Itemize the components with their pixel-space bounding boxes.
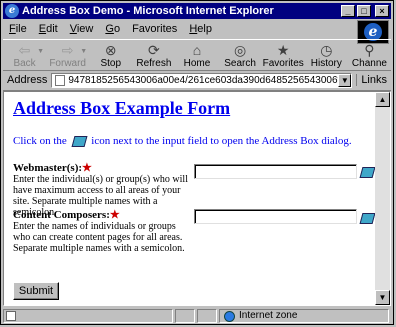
submit-button[interactable]: Submit	[13, 282, 59, 300]
close-button[interactable]: ×	[375, 5, 389, 17]
webmasters-label: Webmaster(s):★	[13, 162, 92, 174]
composers-field-block: Content Composers:★ Enter the names of i…	[13, 209, 191, 255]
ie-app-icon[interactable]: e	[5, 4, 19, 18]
status-main	[3, 309, 173, 323]
favorites-icon: ★	[276, 42, 290, 58]
address-dropdown-icon[interactable]: ▼	[338, 73, 352, 87]
required-star-icon: ★	[109, 209, 120, 221]
refresh-button[interactable]: ⟳ Refresh	[132, 40, 175, 70]
window-title: Address Box Demo - Microsoft Internet Ex…	[22, 5, 274, 17]
browser-window: e Address Box Demo - Microsoft Internet …	[0, 0, 394, 325]
channels-icon: ⚲	[364, 42, 375, 58]
maximize-button[interactable]: □	[357, 5, 371, 17]
home-icon: ⌂	[192, 42, 202, 58]
status-zone: Internet zone	[219, 309, 389, 323]
composers-help: Enter the names of individuals or groups…	[13, 221, 185, 254]
channels-button[interactable]: ⚲ Channe	[348, 40, 391, 70]
address-book-icon[interactable]	[359, 167, 375, 178]
search-button[interactable]: ◎ Search	[219, 40, 262, 70]
toolbar: ⇦ Back ▼ ⇨ Forward ▼ ⊗ Stop ⟳ Refresh ⌂ …	[3, 39, 391, 71]
menu-edit[interactable]: Edit	[33, 23, 64, 35]
globe-icon	[224, 310, 235, 322]
composers-label: Content Composers:★	[13, 209, 120, 221]
history-button[interactable]: ◷ History	[305, 40, 348, 70]
menu-file[interactable]: File	[3, 23, 33, 35]
back-dropdown-icon[interactable]: ▼	[37, 48, 44, 55]
forward-button[interactable]: ⇨ Forward ▼	[46, 40, 89, 70]
stop-icon: ⊗	[104, 42, 117, 58]
status-progress	[175, 309, 195, 323]
menu-go[interactable]: Go	[99, 23, 126, 35]
back-button[interactable]: ⇦ Back ▼	[3, 40, 46, 70]
webmasters-input[interactable]	[194, 164, 357, 179]
minimize-button[interactable]: _	[341, 5, 355, 17]
history-icon: ◷	[320, 42, 333, 58]
menu-bar: File Edit View Go Favorites Help	[3, 20, 391, 38]
page-title[interactable]: Address Box Example Form	[13, 98, 230, 119]
refresh-icon: ⟳	[148, 42, 160, 58]
document-icon	[6, 311, 16, 321]
status-security	[197, 309, 217, 323]
address-bar: Address 9478185256543006a00e4/261ce603da…	[3, 70, 391, 91]
menu-help[interactable]: Help	[183, 23, 218, 35]
forward-arrow-icon: ⇨	[61, 42, 74, 58]
menu-favorites[interactable]: Favorites	[126, 23, 183, 35]
page-icon	[55, 74, 66, 86]
forward-dropdown-icon[interactable]: ▼	[80, 48, 87, 55]
status-bar: Internet zone	[3, 308, 391, 324]
required-star-icon: ★	[82, 162, 92, 174]
page-content-frame: Address Box Example Form Click on the ic…	[3, 91, 391, 306]
vertical-scrollbar[interactable]: ▲ ▼	[375, 92, 390, 305]
composers-input[interactable]	[194, 209, 357, 224]
intro-text: Click on the icon next to the input fiel…	[13, 135, 352, 147]
address-book-icon[interactable]	[359, 213, 375, 224]
search-icon: ◎	[233, 42, 247, 58]
scroll-up-icon[interactable]: ▲	[375, 92, 390, 107]
menu-view[interactable]: View	[64, 23, 100, 35]
favorites-button[interactable]: ★ Favorites	[262, 40, 305, 70]
page-content: Address Box Example Form Click on the ic…	[4, 92, 375, 305]
scroll-down-icon[interactable]: ▼	[375, 290, 390, 305]
home-button[interactable]: ⌂ Home	[175, 40, 218, 70]
address-book-icon	[71, 135, 88, 147]
address-field[interactable]: 9478185256543006a00e4/261ce603da390d6485…	[51, 72, 353, 88]
title-bar: e Address Box Demo - Microsoft Internet …	[3, 3, 391, 19]
links-button[interactable]: Links	[356, 74, 391, 86]
stop-button[interactable]: ⊗ Stop	[89, 40, 132, 70]
back-arrow-icon: ⇦	[18, 42, 31, 58]
address-label: Address	[7, 74, 48, 86]
address-url[interactable]: 9478185256543006a00e4/261ce603da390d6485…	[68, 75, 338, 86]
